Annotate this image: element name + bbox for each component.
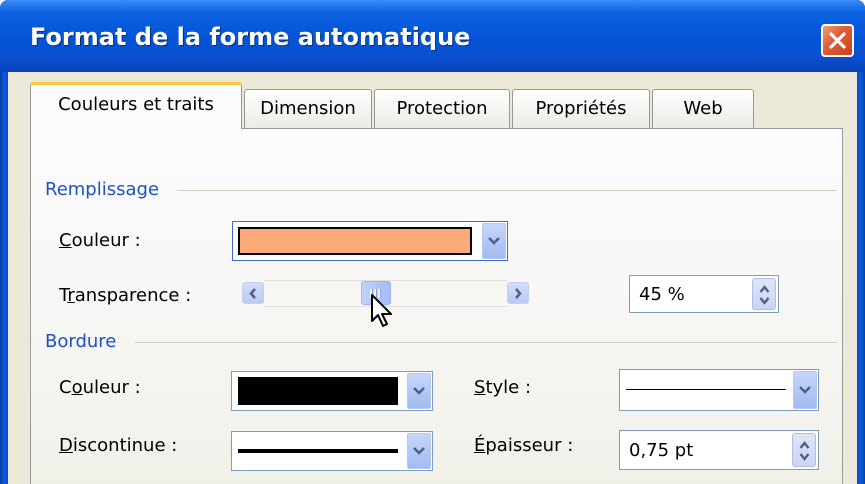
section-divider — [135, 342, 837, 343]
transparency-scroll-right[interactable] — [507, 282, 529, 304]
title-bar[interactable]: Format de la forme automatique — [0, 0, 865, 72]
tab-dimension[interactable]: Dimension — [244, 89, 372, 128]
spinner-arrows-icon — [759, 285, 770, 305]
spinner-arrows-icon — [799, 441, 810, 461]
dash-label: Discontinue : — [59, 435, 177, 456]
chevron-left-icon — [249, 288, 256, 299]
label-text: paisseur : — [485, 435, 574, 456]
dialog-title: Format de la forme automatique — [30, 23, 471, 51]
dropdown-button[interactable] — [407, 433, 431, 469]
tab-couleurs-et-traits[interactable]: Couleurs et traits — [30, 82, 242, 129]
line-weight-spinner[interactable] — [792, 433, 816, 467]
border-color-swatch — [238, 377, 398, 405]
close-button[interactable] — [821, 24, 854, 57]
line-style-dropdown[interactable] — [619, 369, 819, 411]
transparency-spinner[interactable] — [752, 278, 776, 310]
label-text: ansparence : — [74, 285, 192, 306]
tab-proprietes[interactable]: Propriétés — [512, 89, 650, 128]
tab-panel: Remplissage Couleur : Transparence : 45 … — [30, 128, 843, 484]
section-divider — [177, 190, 837, 191]
dropdown-button[interactable] — [482, 223, 506, 259]
label-text: iscontinue : — [72, 435, 178, 456]
mnemonic: C — [59, 230, 72, 251]
border-color-dropdown[interactable] — [231, 371, 433, 411]
section-heading-fill: Remplissage — [45, 179, 160, 200]
style-label: Style : — [474, 377, 531, 398]
weight-label: Épaisseur : — [474, 435, 573, 456]
label-text: C — [59, 377, 72, 398]
transparency-label: Transparence : — [59, 285, 191, 306]
tab-web[interactable]: Web — [652, 89, 754, 128]
dash-style-dropdown[interactable] — [231, 431, 433, 471]
tab-label: Couleurs et traits — [58, 94, 214, 115]
transparency-value: 45 % — [639, 284, 685, 305]
fill-color-label: Couleur : — [59, 230, 141, 251]
dialog-window: Format de la forme automatique Couleurs … — [0, 0, 865, 484]
label-text: tyle : — [485, 377, 532, 398]
window-frame-right — [857, 72, 865, 484]
close-icon — [829, 32, 846, 49]
section-heading-border: Bordure — [45, 331, 117, 352]
dropdown-button[interactable] — [793, 371, 817, 409]
mnemonic: É — [474, 435, 486, 456]
fill-color-swatch — [238, 227, 472, 255]
tab-label: Web — [683, 98, 723, 119]
chevron-right-icon — [515, 288, 522, 299]
mouse-pointer-icon — [371, 294, 392, 327]
line-weight-value: 0,75 pt — [629, 440, 694, 461]
transparency-scroll-left[interactable] — [242, 282, 264, 304]
mnemonic: o — [71, 377, 83, 398]
tab-label: Propriétés — [535, 98, 627, 119]
fill-color-dropdown[interactable] — [232, 221, 508, 261]
line-style-preview — [626, 389, 786, 390]
transparency-percent-input[interactable]: 45 % — [629, 275, 779, 313]
dash-style-preview — [238, 449, 398, 453]
chevron-down-icon — [488, 237, 500, 245]
dialog-client-area: Couleurs et traits Dimension Protection … — [8, 72, 857, 484]
chevron-down-icon — [413, 447, 425, 455]
dropdown-button[interactable] — [407, 373, 431, 409]
chevron-down-icon — [799, 386, 811, 394]
chevron-down-icon — [413, 387, 425, 395]
border-color-label: Couleur : — [59, 377, 141, 398]
tab-label: Dimension — [260, 98, 356, 119]
line-weight-input[interactable]: 0,75 pt — [619, 430, 819, 470]
label-text: ouleur : — [71, 230, 141, 251]
mnemonic: S — [474, 377, 486, 398]
mnemonic: D — [59, 435, 73, 456]
tab-protection[interactable]: Protection — [374, 89, 510, 128]
label-text: uleur : — [82, 377, 141, 398]
tab-label: Protection — [396, 98, 488, 119]
mnemonic: r — [67, 285, 75, 306]
window-frame-left — [0, 72, 8, 484]
